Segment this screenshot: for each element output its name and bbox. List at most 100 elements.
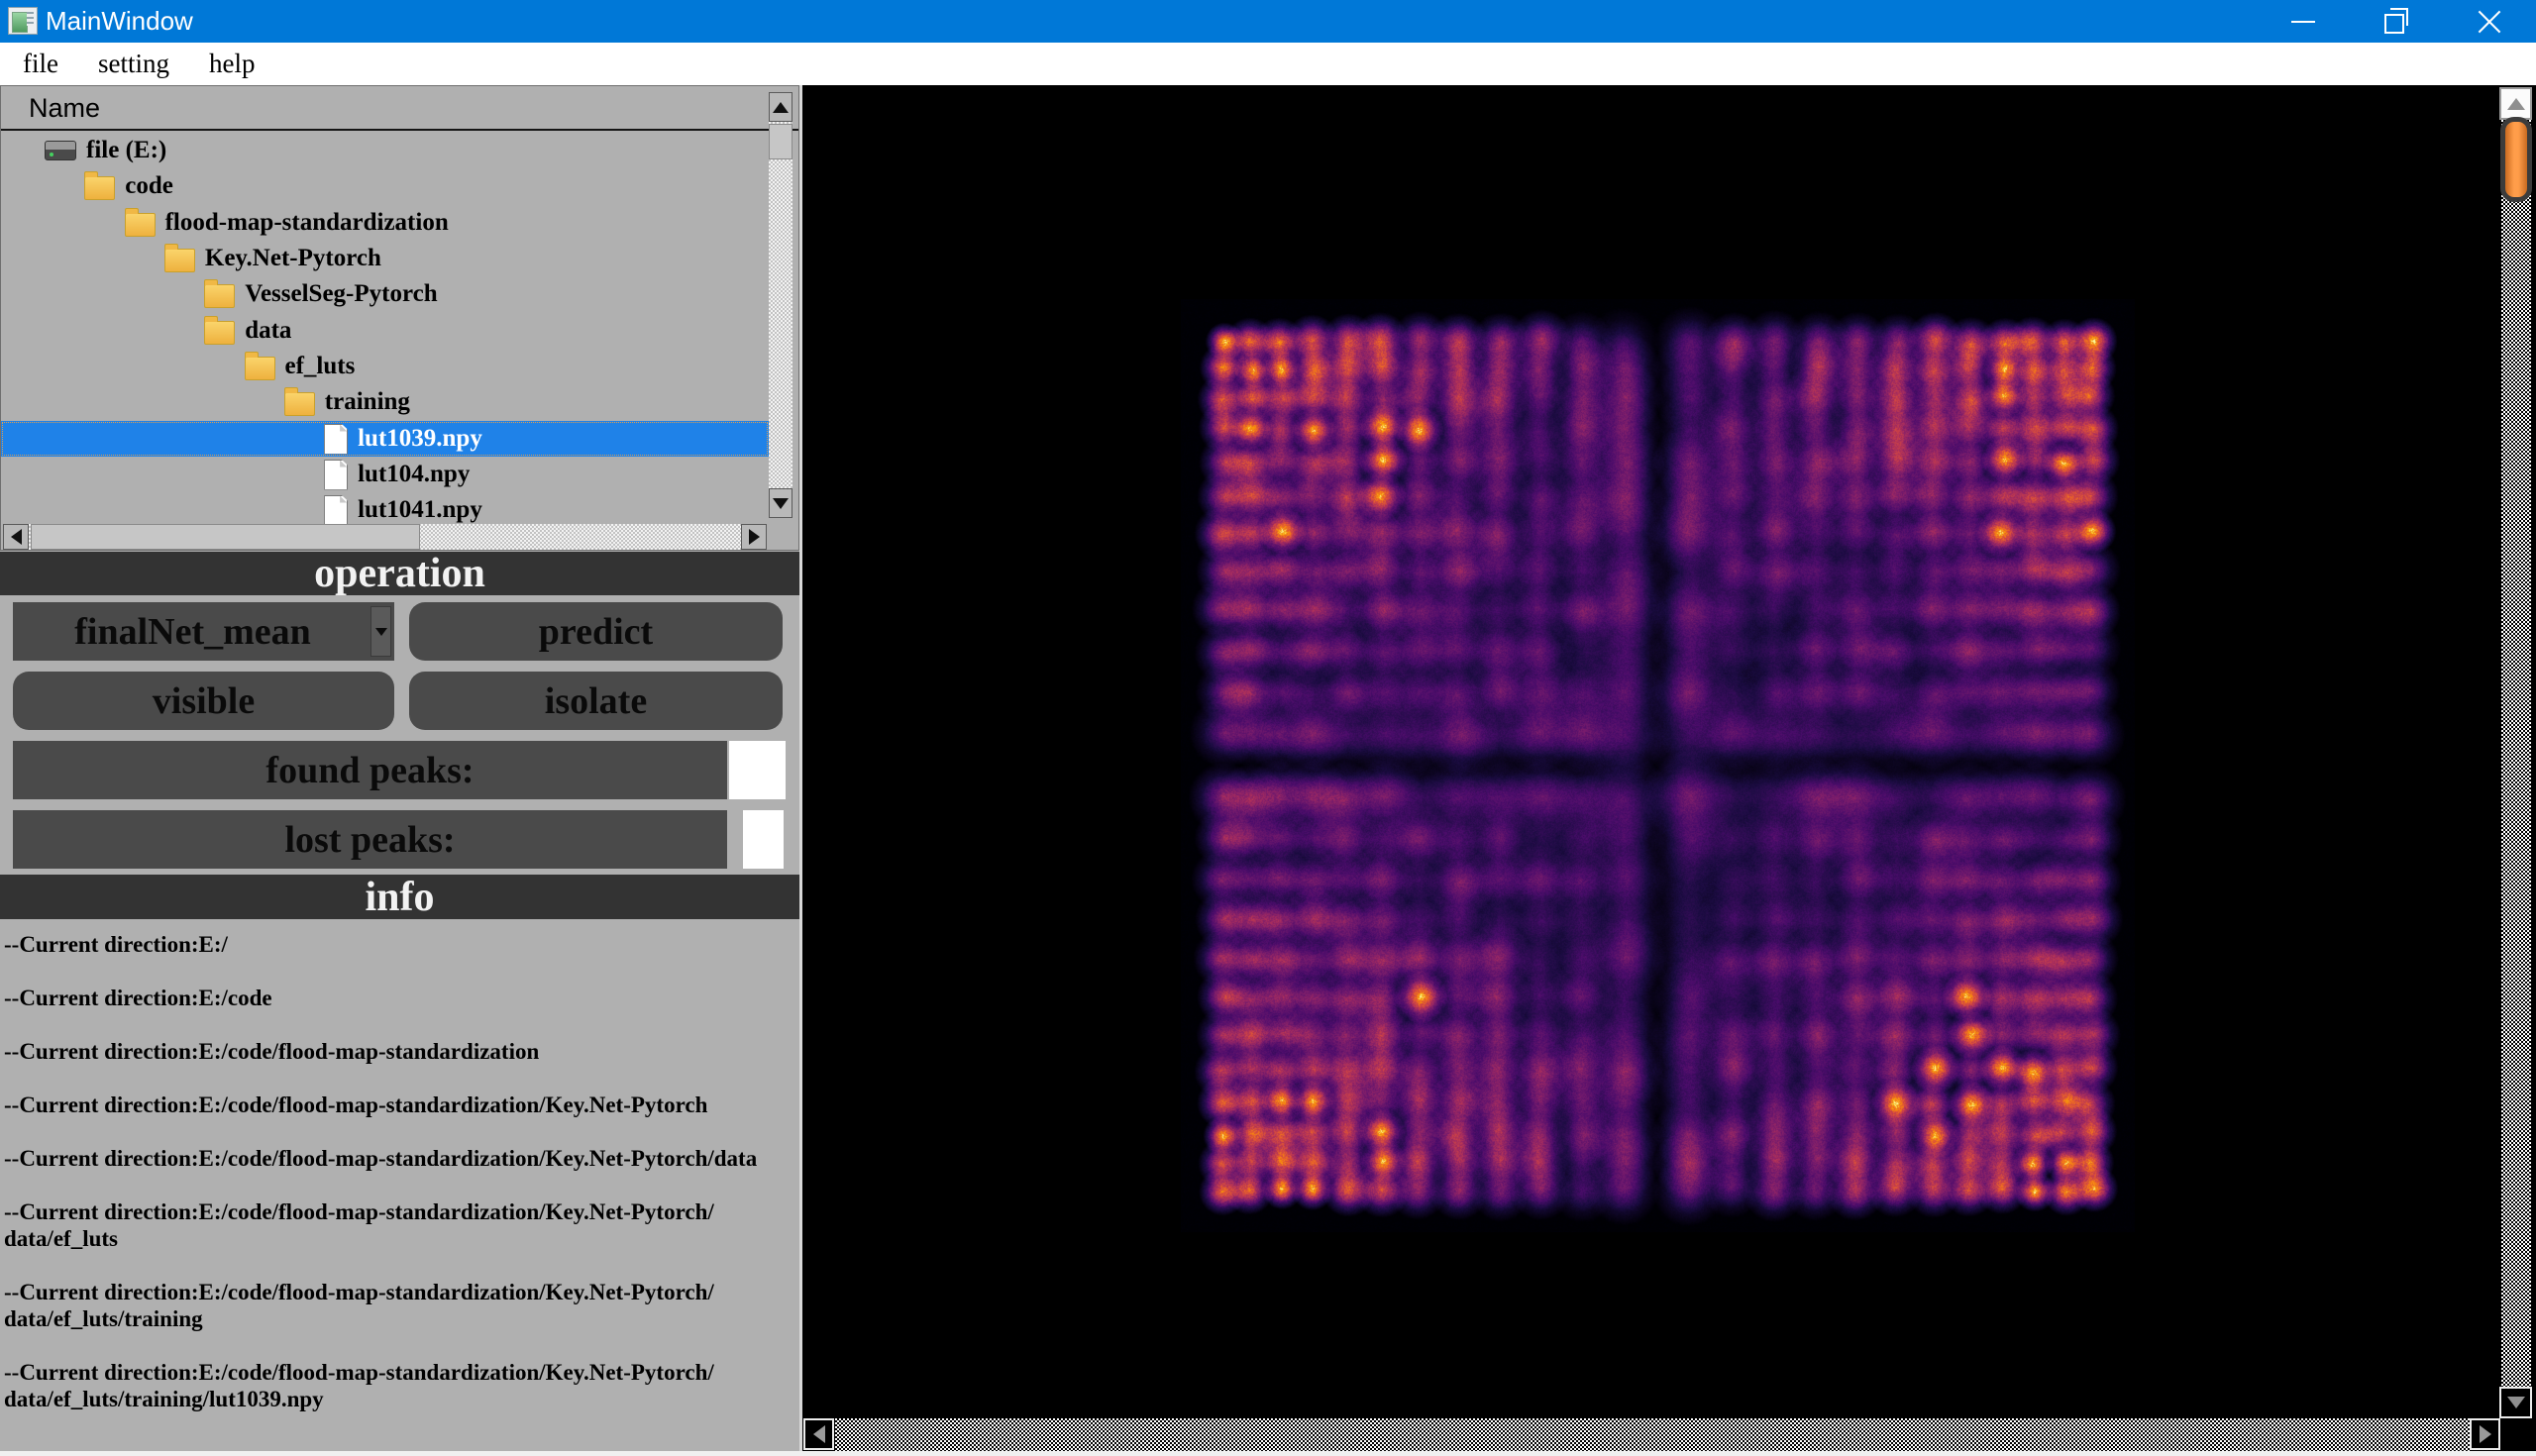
lost-peaks-label: lost peaks: [13,810,727,869]
tree-horizontal-scrollbar [1,524,769,550]
file-icon [324,460,348,490]
tree-item-lut104.npy[interactable]: lut104.npy [1,457,769,492]
close-button[interactable] [2443,0,2536,43]
model-combobox-value: finalNet_mean [74,610,311,654]
info-log-line: --Current direction:E:/code [4,985,793,1011]
tree-scroll-right-button[interactable] [741,524,767,550]
info-log-line: --Current direction:E:/ [4,931,793,958]
down-arrow-icon [773,498,789,509]
minimize-icon [2291,21,2315,23]
tree-item-label: lut1039.npy [358,425,482,453]
tree-item-label: flood-map-standardization [165,209,449,237]
view-scroll-up-button[interactable] [2499,87,2532,120]
tree-item-label: lut104.npy [358,461,470,488]
tree-item-label: data [245,317,291,345]
folder-icon [204,321,235,345]
tree-scroll-left-button[interactable] [3,524,29,550]
info-log-line: --Current direction:E:/code/flood-map-st… [4,1145,793,1172]
view-hscroll-track[interactable] [835,1418,2470,1451]
isolate-button[interactable]: isolate [409,672,783,730]
operation-section-header: operation [0,552,799,595]
menu-item-help[interactable]: help [196,43,268,85]
found-peaks-value-box[interactable] [729,741,786,799]
menu-item-setting[interactable]: setting [85,43,182,85]
scrollbar-corner [2501,1418,2536,1451]
title-bar: MainWindow [0,0,2536,43]
tree-item-label: VesselSeg-Pytorch [245,280,437,308]
up-arrow-icon [2507,98,2525,110]
folder-icon [125,213,156,237]
info-log-line: --Current direction:E:/code/flood-map-st… [4,1198,793,1252]
restore-icon [2384,14,2404,34]
view-horizontal-scrollbar [802,1418,2501,1451]
visible-button[interactable]: visible [13,672,394,730]
lost-peaks-value-box[interactable] [743,810,784,869]
view-vertical-scrollbar [2499,87,2533,1418]
menu-bar: file setting help [0,43,2536,85]
tree-item-Key.Net-Pytorch[interactable]: Key.Net-Pytorch [1,241,769,276]
tree-item-code[interactable]: code [1,168,769,204]
file-tree: Name file (E:) code flood-map-standardizat… [0,85,799,551]
tree-item-label: file (E:) [86,137,166,164]
tree-item-label: code [125,172,173,200]
info-log-line: --Current direction:E:/code/flood-map-st… [4,1092,793,1118]
view-vscroll-track[interactable] [2501,120,2531,1387]
tree-vscroll-track[interactable] [769,122,792,490]
view-scroll-down-button[interactable] [2499,1387,2532,1418]
app-icon [8,7,38,35]
flood-map-canvas [1181,299,2135,1232]
tree-item-lut1041.npy[interactable]: lut1041.npy [1,492,769,524]
close-icon [2477,9,2502,35]
tree-item-data[interactable]: data [1,313,769,349]
folder-icon [284,392,315,416]
tree-item-VesselSeg-Pytorch[interactable]: VesselSeg-Pytorch [1,276,769,312]
tree-header-label: Name [29,93,100,123]
model-combobox[interactable]: finalNet_mean [13,602,394,661]
operation-title: operation [314,550,485,597]
tree-item-label: training [325,388,410,416]
window-bottom-edge [0,1451,2536,1456]
info-log-line: --Current direction:E:/code/flood-map-st… [4,1359,793,1412]
folder-icon [164,249,195,272]
info-log-line: --Current direction:E:/code/flood-map-st… [4,1279,793,1332]
found-peaks-text: found peaks: [265,749,474,792]
tree-header: Name [1,86,798,131]
tree-vscroll-thumb[interactable] [769,124,792,159]
tree-item-flood-map-standardization[interactable]: flood-map-standardization [1,205,769,241]
info-log-panel: --Current direction:E:/ --Current directi… [0,919,799,1448]
info-title: info [365,874,434,921]
down-arrow-icon [2507,1397,2525,1408]
tree-item-label: Key.Net-Pytorch [205,245,381,272]
file-icon [324,424,348,455]
right-arrow-icon [749,529,760,545]
right-arrow-icon [2480,1425,2491,1443]
left-arrow-icon [11,529,22,545]
isolate-label: isolate [545,679,647,723]
found-peaks-label: found peaks: [13,741,727,799]
view-vscroll-thumb[interactable] [2500,117,2532,202]
predict-button[interactable]: predict [409,602,783,661]
view-scroll-right-button[interactable] [2470,1418,2500,1450]
tree-item-lut1039.npy[interactable]: lut1039.npy [1,421,769,457]
tree-item-ef_luts[interactable]: ef_luts [1,349,769,384]
minimize-button[interactable] [2257,0,2350,43]
visible-label: visible [153,679,255,723]
tree-item-training[interactable]: training [1,384,769,420]
tree-scroll-down-button[interactable] [769,488,792,518]
tree-hscroll-thumb[interactable] [31,524,420,550]
menu-item-file[interactable]: file [10,43,71,85]
view-scroll-left-button[interactable] [803,1418,834,1450]
info-section-header: info [0,875,799,919]
tree-item-label: ef_luts [285,353,356,380]
lost-peaks-text: lost peaks: [284,818,455,862]
drive-icon [45,141,76,160]
tree-scroll-up-button[interactable] [769,92,792,122]
folder-icon [204,284,235,308]
combobox-dropdown-button[interactable] [370,606,391,657]
tree-item-file (E:)[interactable]: file (E:) [1,133,769,168]
tree-rows: file (E:) code flood-map-standardization Ke… [1,133,769,524]
chevron-down-icon [375,628,387,636]
restore-button[interactable] [2350,0,2443,43]
tree-item-label: lut1041.npy [358,496,482,524]
up-arrow-icon [773,102,789,113]
